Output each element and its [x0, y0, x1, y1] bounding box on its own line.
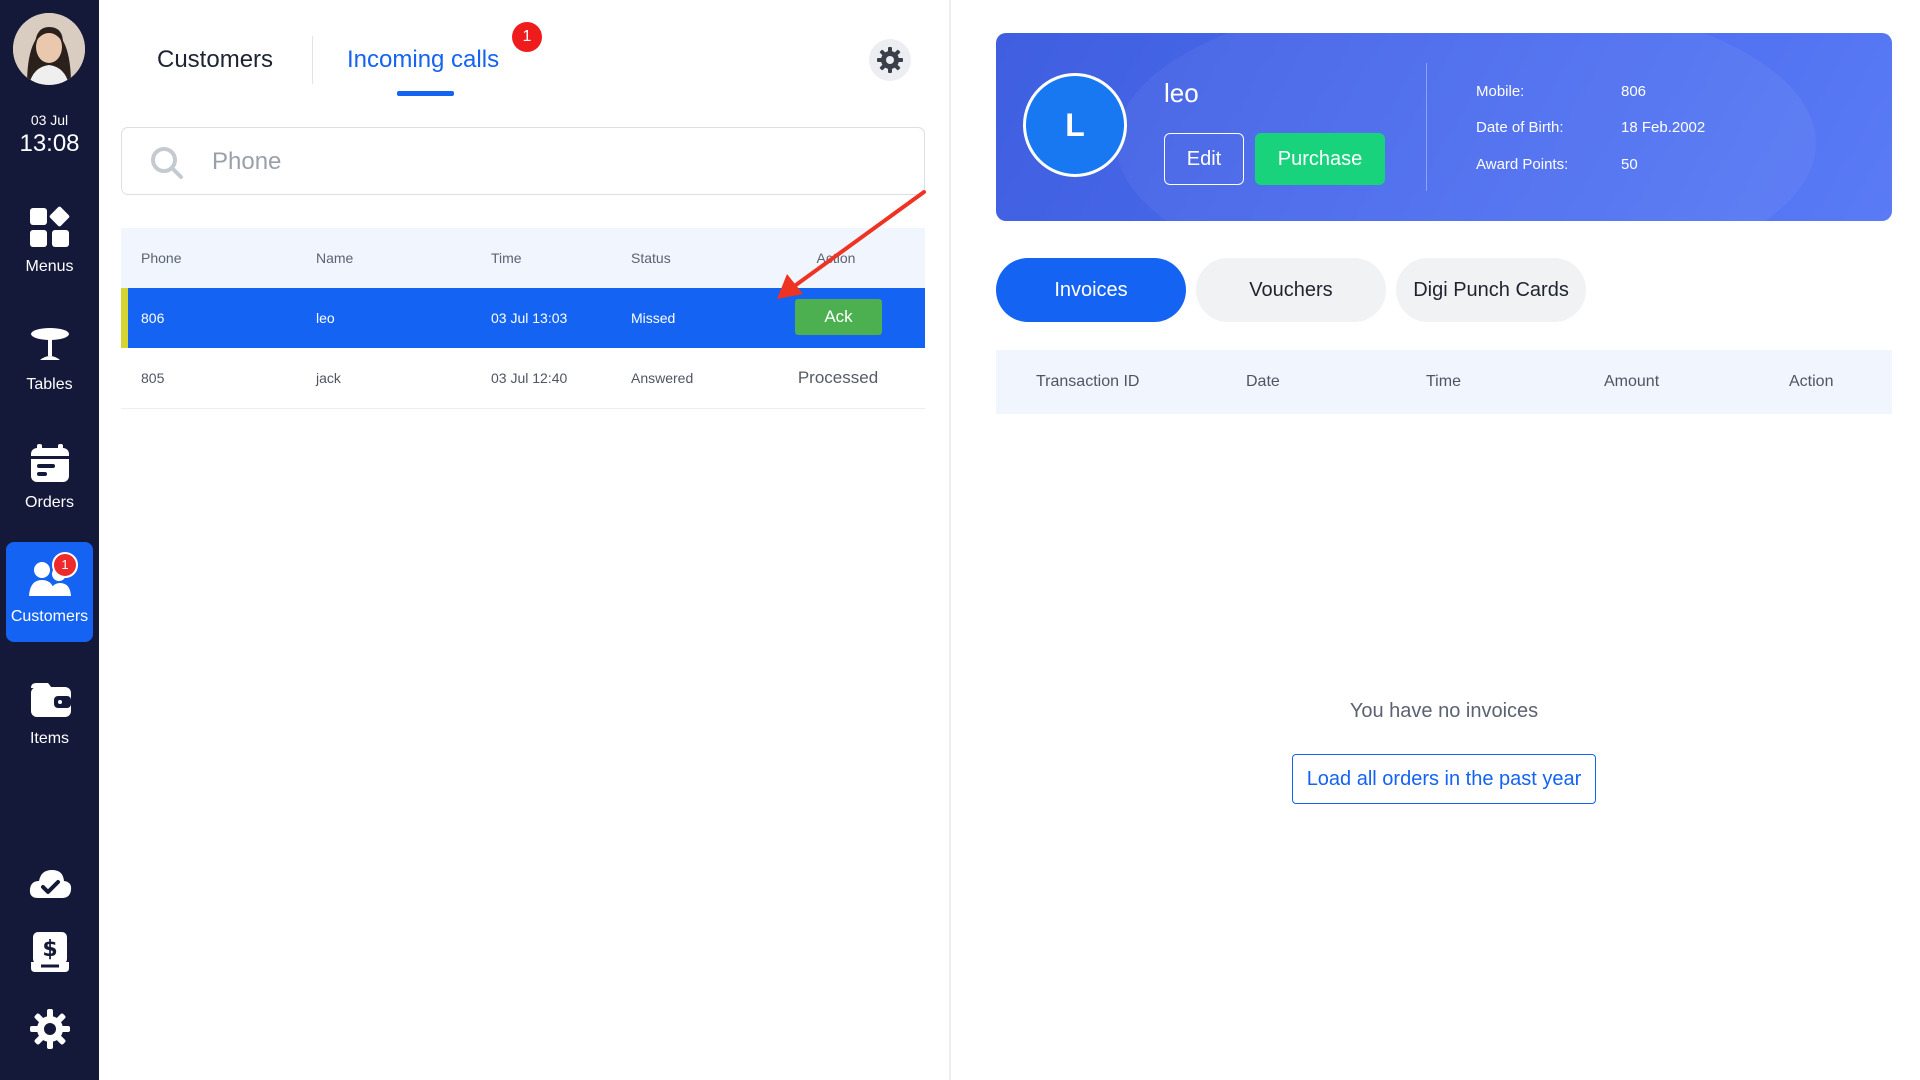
cell-time: 03 Jul 13:03 [491, 310, 568, 326]
customer-profile-card: L leo Edit Purchase Mobile: 806 Date of … [996, 33, 1892, 221]
sidebar-item-orders[interactable]: Orders [6, 428, 93, 528]
column-header-transaction-id: Transaction ID [1036, 373, 1140, 390]
sidebar-item-label: Menus [25, 258, 74, 275]
tab-customers[interactable]: Customers [157, 46, 273, 74]
sidebar-item-label: Orders [25, 494, 74, 511]
tab-divider [312, 36, 313, 84]
tab-incoming-calls[interactable]: Incoming calls [347, 46, 499, 74]
card-decoration [1116, 33, 1816, 221]
cell-name: jack [316, 370, 341, 386]
empty-invoices-message: You have no invoices [1349, 700, 1539, 722]
tab-digi-punch-cards[interactable]: Digi Punch Cards [1396, 258, 1586, 322]
column-header-time: Time [1426, 373, 1461, 390]
menus-grid-icon [30, 206, 70, 247]
column-header-name: Name [316, 250, 354, 266]
column-header-amount: Amount [1604, 373, 1660, 390]
sidebar-time: 13:08 [19, 130, 80, 157]
sidebar-item-label: Customers [10, 608, 89, 625]
gear-icon [877, 47, 903, 73]
edit-button[interactable]: Edit [1164, 133, 1244, 185]
table-row[interactable]: 805 jack 03 Jul 12:40 Answered Processed [121, 348, 925, 409]
column-header-status: Status [631, 250, 671, 266]
cell-name: leo [316, 310, 335, 326]
award-points-value: 50 [1621, 156, 1638, 173]
active-tab-indicator [397, 91, 454, 96]
items-wallet-icon [31, 683, 71, 717]
search-icon [151, 147, 183, 179]
tab-vouchers[interactable]: Vouchers [1196, 258, 1386, 322]
tab-invoices[interactable]: Invoices [996, 258, 1186, 322]
sidebar-item-label: Items [29, 730, 70, 747]
column-header-date: Date [1246, 373, 1280, 390]
dob-value: 18 Feb.2002 [1621, 119, 1706, 136]
load-past-year-orders-button[interactable]: Load all orders in the past year [1292, 754, 1596, 804]
processed-status: Processed [797, 368, 879, 387]
sidebar-item-tables[interactable]: Tables [6, 310, 93, 410]
purchase-button[interactable]: Purchase [1255, 133, 1385, 185]
annotation-arrow-icon [777, 190, 926, 299]
mobile-label: Mobile: [1476, 83, 1525, 100]
column-header-time: Time [491, 250, 522, 266]
cloud-check-icon[interactable] [27, 862, 73, 908]
column-header-action: Action [1789, 373, 1834, 390]
sidebar-item-label: Tables [26, 376, 73, 393]
svg-text:$: $ [42, 937, 57, 962]
cash-register-icon[interactable]: $ [27, 928, 73, 974]
settings-button[interactable] [869, 39, 911, 81]
sidebar: 03 Jul 13:08 Menus Tables Orders 1 Custo… [0, 0, 99, 1080]
cell-time: 03 Jul 12:40 [491, 370, 568, 386]
dob-label: Date of Birth: [1476, 119, 1564, 136]
column-header-phone: Phone [141, 250, 182, 266]
sidebar-date: 03 Jul [30, 112, 69, 128]
phone-search-input[interactable] [210, 140, 894, 184]
cell-status: Missed [631, 310, 676, 326]
avatar-photo-icon [13, 13, 85, 85]
card-divider [1426, 63, 1427, 191]
cell-phone: 805 [141, 370, 165, 386]
orders-icon [31, 444, 69, 482]
invoices-table-header: Transaction ID Date Time Amount Action [996, 350, 1892, 414]
user-avatar[interactable] [13, 13, 85, 85]
table-icon [31, 328, 69, 360]
cell-phone: 806 [141, 310, 165, 326]
cell-status: Answered [631, 370, 694, 386]
mobile-value: 806 [1621, 83, 1647, 100]
sidebar-item-customers[interactable]: 1 Customers [6, 542, 93, 642]
award-points-label: Award Points: [1476, 156, 1569, 173]
sidebar-item-items[interactable]: Items [6, 664, 93, 764]
incoming-calls-panel: Customers Incoming calls 1 Phone Name Ti… [99, 0, 951, 1080]
customer-avatar: L [1023, 73, 1127, 177]
gear-icon[interactable] [27, 1006, 73, 1052]
sidebar-item-menus[interactable]: Menus [6, 192, 93, 292]
customer-name: leo [1164, 78, 1199, 108]
incoming-calls-badge: 1 [512, 22, 542, 52]
customers-badge: 1 [52, 552, 78, 578]
